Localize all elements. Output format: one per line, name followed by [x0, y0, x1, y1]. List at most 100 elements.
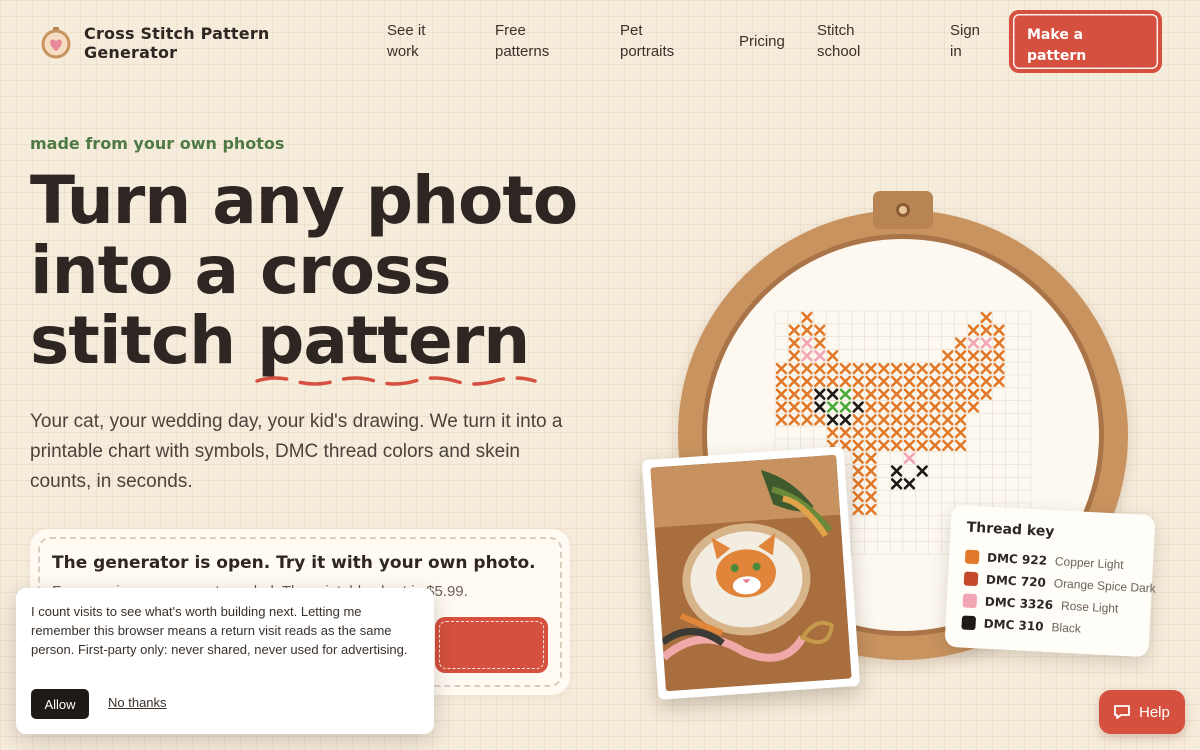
stitch-cross — [942, 439, 954, 452]
headline-line-3: stitch — [30, 302, 258, 379]
stitch-cross — [826, 414, 839, 426]
thread-name: Copper Light — [1054, 554, 1124, 572]
stitch-cross — [852, 414, 864, 426]
stitch-cross — [865, 478, 877, 490]
stitch-cross — [826, 375, 839, 388]
stitch-cross — [852, 362, 864, 375]
stitch-cross — [942, 388, 954, 400]
heart-hoop-icon — [41, 27, 71, 59]
color-swatch — [963, 571, 979, 587]
stitch-cross — [993, 324, 1005, 336]
stitch-cross — [814, 388, 826, 400]
stitch-cross — [980, 362, 992, 375]
stitch-cross — [801, 350, 813, 362]
photo-image — [650, 454, 852, 692]
stitch-cross — [890, 465, 903, 477]
stitch-cross — [916, 439, 928, 452]
nav-pet-portraits[interactable]: Pet portraits — [620, 20, 690, 62]
stitch-cross — [814, 401, 826, 413]
thread-code: DMC 720 — [985, 572, 1047, 590]
stitch-cross — [942, 401, 954, 413]
stitch-cross — [903, 452, 916, 464]
hoop-clasp — [873, 191, 933, 229]
stitch-cross — [980, 375, 992, 388]
stitch-cross — [916, 388, 928, 400]
brand-logo[interactable]: Cross Stitch Pattern Generator — [40, 24, 284, 62]
stitch-cross — [801, 324, 813, 336]
thread-name: Black — [1051, 620, 1082, 636]
help-button[interactable]: Help — [1099, 690, 1185, 734]
stitch-cross — [929, 388, 941, 400]
stitch-cross — [980, 350, 992, 362]
stitch-cross — [801, 388, 813, 400]
stitch-cross — [826, 388, 839, 400]
stitch-cross — [826, 362, 839, 375]
thread-code: DMC 3326 — [984, 594, 1054, 613]
stitch-cross — [814, 414, 826, 426]
stitch-cross — [980, 337, 992, 349]
upload-photo-button[interactable] — [435, 617, 548, 673]
stitch-cross — [890, 362, 903, 375]
dashed-underline — [255, 376, 537, 386]
stitch-cross — [967, 362, 980, 375]
headline-highlight: pattern — [255, 306, 537, 386]
stitch-cross — [954, 414, 967, 426]
stitch-cross — [954, 439, 967, 452]
help-label: Help — [1139, 703, 1170, 721]
stitch-cross — [852, 375, 864, 388]
consent-text: I count visits to see what's worth build… — [31, 604, 408, 657]
stitch-cross — [954, 362, 967, 375]
stitch-cross — [788, 362, 800, 375]
color-swatch — [964, 549, 980, 565]
stitch-cross — [967, 401, 980, 413]
stitch-cross — [788, 375, 800, 388]
stitch-cross — [903, 414, 916, 426]
allow-button[interactable]: Allow — [31, 689, 89, 719]
stitch-cross — [942, 375, 954, 388]
stitch-cross — [916, 414, 928, 426]
hero-lead: Your cat, your wedding day, your kid's d… — [30, 411, 563, 492]
hero-headline: Turn any photo into a cross stitch patte… — [30, 166, 650, 386]
stitch-cross — [942, 350, 954, 362]
stitch-cross — [916, 465, 928, 477]
nav-free-patterns[interactable]: Free patterns — [495, 20, 565, 62]
stitch-cross — [865, 465, 877, 477]
stitch-cross — [954, 426, 967, 439]
no-thanks-button[interactable]: No thanks — [108, 695, 167, 710]
nav-see-it-work[interactable]: See it work — [387, 20, 447, 62]
stitch-cross — [878, 426, 890, 439]
stitch-cross — [980, 324, 992, 336]
stitch-cross — [826, 401, 839, 413]
stitch-cross — [878, 439, 890, 452]
stitch-cross — [890, 375, 903, 388]
stitch-cross — [890, 426, 903, 439]
stitch-cross — [903, 439, 916, 452]
stitch-cross — [967, 375, 980, 388]
stitch-cross — [993, 362, 1005, 375]
stitch-cross — [852, 490, 864, 503]
stitch-cross — [865, 426, 877, 439]
stitch-cross — [967, 350, 980, 362]
stitch-cross — [865, 388, 877, 400]
embroidery-photo — [641, 446, 861, 700]
stitch-cross — [916, 375, 928, 388]
stitch-cross — [929, 401, 941, 413]
stitch-cross — [916, 362, 928, 375]
stitch-cross — [788, 350, 800, 362]
stitch-cross — [852, 426, 864, 439]
stitch-cross — [903, 426, 916, 439]
stitch-cross — [852, 465, 864, 477]
nav-stitch-school[interactable]: Stitch school — [817, 20, 877, 62]
stitch-cross — [814, 350, 826, 362]
stitch-cross — [954, 350, 967, 362]
make-pattern-button[interactable]: Make a pattern — [1009, 10, 1162, 73]
nav-pricing[interactable]: Pricing — [739, 31, 785, 52]
stitch-cross — [929, 362, 941, 375]
stitch-cross — [993, 337, 1005, 349]
stitch-cross — [814, 375, 826, 388]
nav-sign-in[interactable]: Sign in — [950, 20, 990, 62]
stitch-cross — [890, 478, 903, 490]
stitch-cross — [903, 375, 916, 388]
stitch-cross — [903, 362, 916, 375]
stitch-cross — [839, 375, 852, 388]
